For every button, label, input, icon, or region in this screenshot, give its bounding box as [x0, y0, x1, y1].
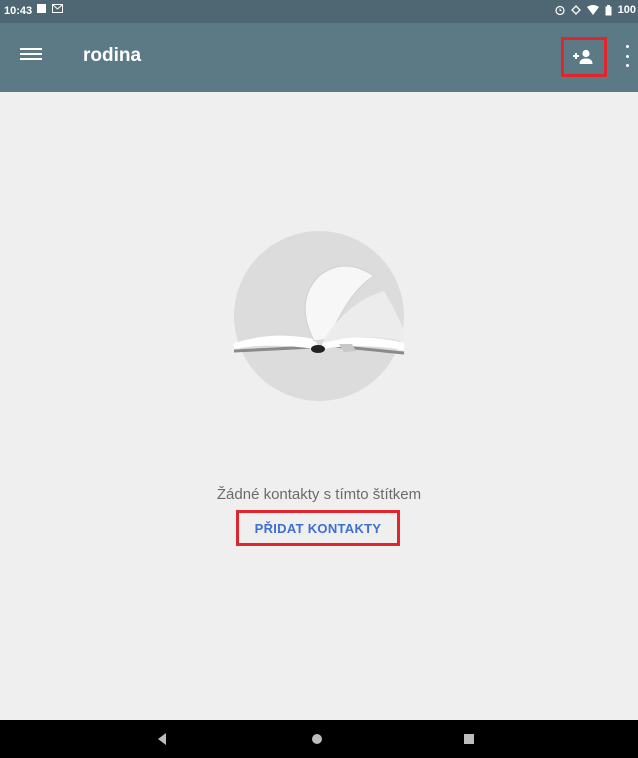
status-bar: 10:43 100: [0, 0, 638, 23]
nav-recents-icon[interactable]: [464, 734, 474, 744]
alarm-icon: [555, 5, 565, 15]
main-content: Žádné kontakty s tímto štítkem PŘIDAT KO…: [0, 92, 638, 720]
status-time: 10:43: [4, 5, 33, 17]
nav-home-icon[interactable]: [312, 734, 322, 744]
status-right-icons: 100: [555, 4, 636, 16]
hamburger-menu-icon[interactable]: [20, 45, 42, 65]
wifi-icon: [586, 5, 599, 15]
navigation-bar: [0, 720, 638, 758]
image-notification-icon: [37, 4, 46, 13]
open-book-illustration: [234, 231, 404, 401]
nav-back-icon[interactable]: [155, 732, 169, 746]
page-title: rodina: [83, 45, 142, 66]
battery-icon: [605, 4, 612, 15]
mail-notification-icon: [52, 4, 63, 13]
empty-state-message: Žádné kontakty s tímto štítkem: [216, 486, 422, 503]
add-contacts-button[interactable]: PŘIDAT KONTAKTY: [236, 510, 400, 546]
person-add-icon: [573, 49, 593, 64]
more-vert-icon[interactable]: [622, 45, 632, 67]
status-left-icons: [37, 4, 63, 13]
data-saver-icon: [570, 5, 581, 15]
app-bar: rodina: [0, 23, 638, 92]
add-contact-button[interactable]: [561, 37, 607, 77]
battery-level: 100: [617, 4, 636, 16]
